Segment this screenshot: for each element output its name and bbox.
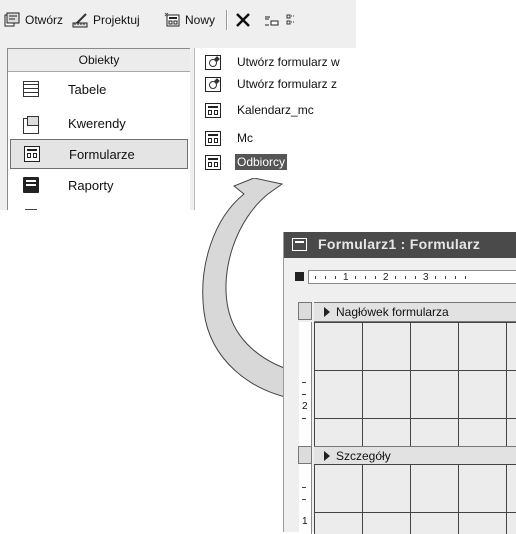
toolbar-separator bbox=[226, 10, 228, 30]
form-selector[interactable] bbox=[295, 272, 304, 281]
form-icon bbox=[205, 102, 221, 118]
form-icon bbox=[292, 238, 307, 251]
ruler-number: 1 bbox=[302, 516, 308, 527]
list-item-label: Odbiorcy bbox=[235, 154, 288, 170]
ruler-tick bbox=[365, 276, 366, 279]
object-label: Raporty bbox=[68, 177, 114, 193]
ruler-tick bbox=[465, 276, 466, 279]
new-button[interactable]: Nowy bbox=[164, 8, 215, 32]
ruler-tick bbox=[455, 276, 456, 279]
open-button[interactable]: Otwórz bbox=[4, 8, 63, 32]
form-icon bbox=[205, 154, 221, 170]
ruler-tick bbox=[325, 276, 326, 279]
section-pointer-icon bbox=[324, 307, 330, 317]
list-item[interactable]: Mc bbox=[195, 128, 356, 148]
ruler-tick bbox=[335, 276, 336, 279]
object-reports[interactable]: Raporty bbox=[8, 171, 190, 199]
wizard-icon bbox=[205, 54, 221, 70]
ruler-tick bbox=[375, 276, 376, 279]
object-label: Kwerendy bbox=[68, 115, 126, 131]
ruler-tick bbox=[315, 276, 316, 279]
ruler-tick bbox=[395, 276, 396, 279]
page-icon bbox=[25, 209, 37, 210]
object-next-partial[interactable] bbox=[8, 201, 190, 210]
detail-label: Szczegóły bbox=[336, 449, 391, 463]
open-form-icon bbox=[4, 12, 22, 28]
list-item[interactable]: Kalendarz_mc bbox=[195, 100, 356, 120]
ruler-tick bbox=[435, 276, 436, 279]
report-icon bbox=[23, 177, 39, 193]
form-icon bbox=[205, 130, 221, 146]
list-item-label: Kalendarz_mc bbox=[237, 103, 314, 117]
ruler-tick bbox=[302, 394, 306, 395]
ruler-tick bbox=[302, 499, 306, 500]
form-header-grid[interactable] bbox=[314, 322, 516, 446]
large-icons-button[interactable] bbox=[262, 8, 283, 32]
list-item[interactable]: Utwórz formularz w bbox=[195, 52, 356, 72]
form-icon bbox=[24, 146, 40, 162]
ruler-tick bbox=[302, 382, 306, 383]
design-button[interactable]: Projektuj bbox=[72, 8, 140, 32]
object-tables[interactable]: Tabele bbox=[8, 75, 190, 103]
list-item-label: Utwórz formularz w bbox=[237, 55, 340, 69]
list-item-label: Utwórz formularz z bbox=[237, 77, 338, 91]
ruler-number: 1 bbox=[343, 272, 349, 283]
object-label: Formularze bbox=[69, 146, 135, 162]
window-titlebar[interactable]: Formularz1 : Formularz bbox=[284, 232, 516, 258]
ruler-number: 2 bbox=[383, 272, 389, 283]
ruler-number: 2 bbox=[302, 401, 308, 412]
form-header-section-bar[interactable]: Nagłówek formularza bbox=[314, 302, 516, 322]
ruler-tick bbox=[445, 276, 446, 279]
list-item[interactable]: Utwórz formularz z bbox=[195, 74, 356, 94]
ruler-tick bbox=[415, 276, 416, 279]
form-design-window: Formularz1 : Formularz 1 2 3 Nagłówek fo… bbox=[283, 232, 516, 534]
design-ruler-icon bbox=[72, 12, 90, 28]
list-item-selected[interactable]: Odbiorcy bbox=[195, 152, 356, 172]
wizard-icon bbox=[205, 76, 221, 92]
section-pointer-icon bbox=[324, 451, 330, 461]
list-item-label: Mc bbox=[237, 131, 253, 145]
detail-section-bar[interactable]: Szczegóły bbox=[314, 446, 516, 466]
table-icon bbox=[23, 81, 39, 97]
form-header-label: Nagłówek formularza bbox=[336, 305, 449, 319]
new-label: Nowy bbox=[185, 13, 216, 27]
open-label: Otwórz bbox=[25, 13, 64, 27]
ruler-tick bbox=[302, 487, 306, 488]
ruler-tick bbox=[355, 276, 356, 279]
query-icon bbox=[23, 116, 39, 134]
design-label: Projektuj bbox=[93, 13, 140, 27]
ruler-tick bbox=[302, 418, 306, 419]
object-queries[interactable]: Kwerendy bbox=[8, 109, 190, 137]
database-toolbar: Otwórz Projektuj Nowy bbox=[0, 0, 356, 40]
ruler-tick bbox=[405, 276, 406, 279]
small-icons-button[interactable] bbox=[286, 8, 307, 32]
large-icons-icon bbox=[262, 12, 280, 28]
objects-header: Obiekty bbox=[8, 49, 190, 72]
objects-panel: Obiekty Tabele Kwerendy Formularze Rapor… bbox=[7, 48, 190, 210]
horizontal-ruler: 1 2 3 bbox=[308, 270, 516, 284]
delete-x-icon bbox=[234, 12, 252, 28]
vertical-ruler: 2 1 bbox=[299, 322, 312, 534]
section-selector-header[interactable] bbox=[298, 302, 312, 320]
small-icons-icon bbox=[286, 12, 304, 28]
delete-button[interactable] bbox=[234, 8, 255, 32]
window-title: Formularz1 : Formularz bbox=[318, 236, 481, 252]
object-forms[interactable]: Formularze bbox=[10, 139, 188, 169]
ruler-number: 3 bbox=[423, 272, 429, 283]
object-label: Tabele bbox=[68, 81, 107, 97]
section-selector-detail[interactable] bbox=[298, 446, 312, 464]
new-form-icon bbox=[164, 12, 182, 28]
